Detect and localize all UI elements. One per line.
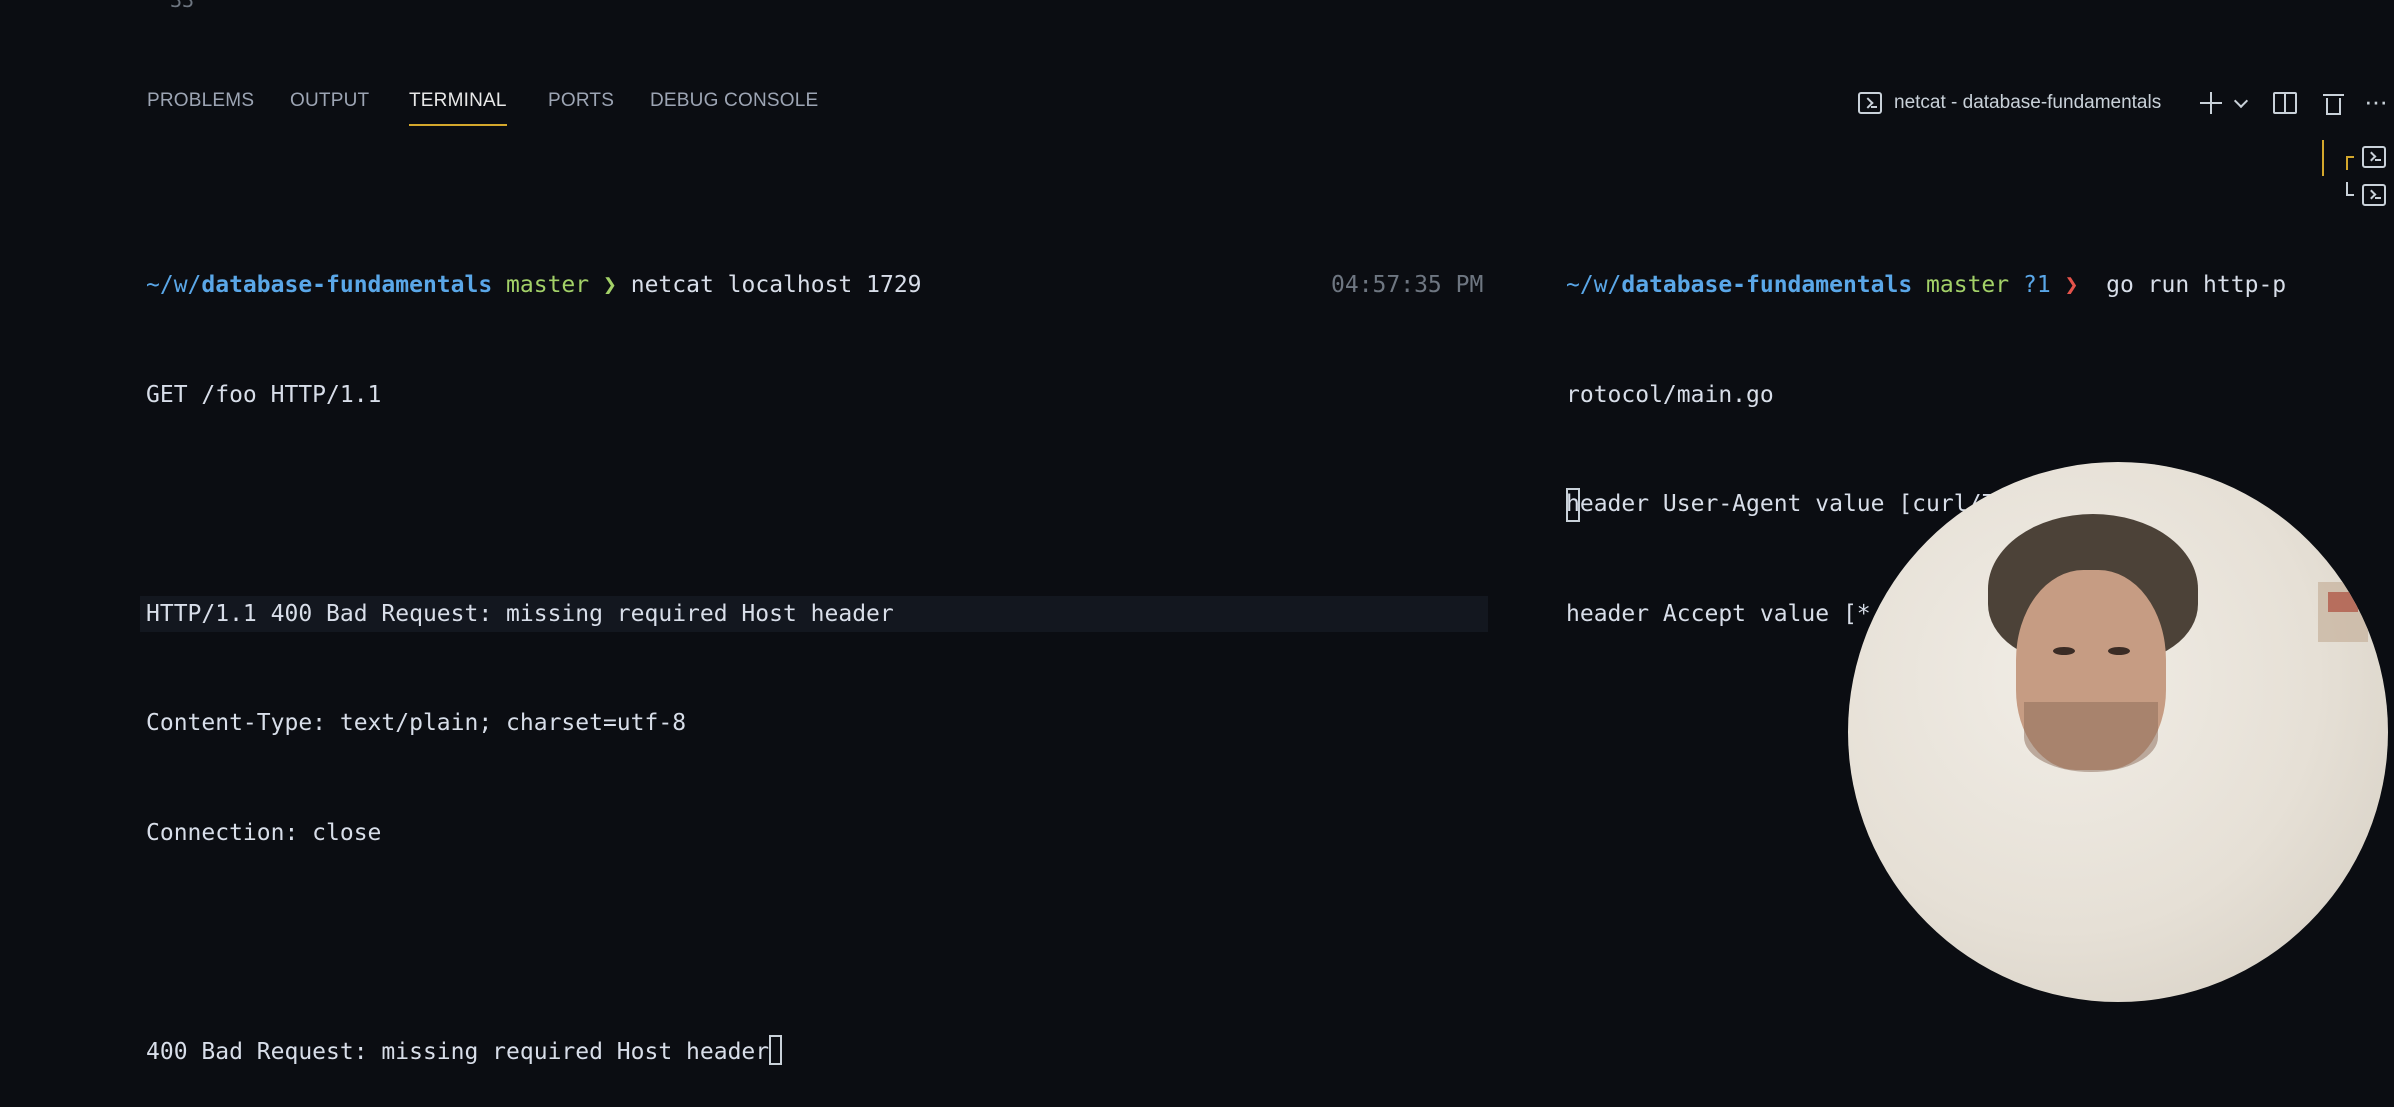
prompt-arrow: ❯ [2064, 272, 2079, 298]
terminal-title: netcat - database-fundamentals [1894, 92, 2162, 113]
webcam-overlay [1848, 462, 2388, 1002]
terminal-list-item-icon[interactable] [2362, 184, 2386, 206]
webcam-person-eye [2108, 647, 2130, 655]
prompt-arrow: ❯ [603, 272, 617, 298]
terminal-output-text: 400 Bad Request: missing required Host h… [146, 1038, 770, 1065]
editor-line-number: 33 [170, 0, 195, 12]
prompt-path-prefix: ~/w/ [146, 272, 202, 298]
more-actions-icon[interactable]: ··· [2364, 88, 2392, 120]
terminal-output-line: HTTP/1.1 400 Bad Request: missing requir… [140, 595, 1488, 632]
left-terminal-pane[interactable]: ~/w/database-fundamentals master ❯ netca… [140, 194, 1496, 1107]
terminal-selector[interactable]: netcat - database-fundamentals [1858, 92, 2161, 114]
tab-problems[interactable]: PROBLEMS [147, 90, 254, 124]
prompt-path-dir: database-fundamentals [1621, 272, 1913, 298]
new-terminal-plus-icon[interactable] [2196, 88, 2224, 120]
terminal-list-item-icon[interactable] [2362, 146, 2386, 168]
prompt-branch: master [506, 272, 590, 298]
terminal-output-line: Content-Type: text/plain; charset=utf-8 [146, 710, 687, 736]
prompt-path-prefix: ~/w/ [1566, 272, 1622, 298]
terminal-output-line: GET /foo HTTP/1.1 [146, 381, 382, 408]
webcam-background-shelf [2318, 582, 2368, 642]
terminal-output-line: Connection: close [146, 819, 382, 846]
terminal-output-line: rotocol/main.go [1566, 381, 1774, 408]
prompt-timestamp: 04:57:35 PM [1331, 272, 1484, 298]
tab-terminal[interactable]: TERMINAL [409, 90, 507, 126]
active-terminal-indicator [2322, 140, 2324, 176]
terminal-cursor [1566, 488, 1580, 522]
webcam-background-book [2328, 592, 2358, 612]
split-group-bracket [2346, 182, 2354, 196]
tab-ports[interactable]: PORTS [548, 90, 614, 124]
split-terminal-icon[interactable] [2272, 88, 2298, 120]
terminal-prompt-line: ~/w/database-fundamentals master ❯ netca… [146, 267, 1496, 304]
prompt-command: go run http-p [2106, 272, 2287, 298]
terminal-prompt-line: ~/w/database-fundamentals master ?1 ❯ go… [1566, 267, 2306, 304]
tab-output[interactable]: OUTPUT [290, 90, 369, 124]
prompt-branch: master [1926, 272, 2010, 298]
chevron-down-icon[interactable] [2232, 88, 2252, 120]
terminal-icon [1858, 92, 1882, 114]
webcam-person-beard [2024, 702, 2158, 772]
terminal-cursor [769, 1035, 783, 1065]
split-group-bracket [2346, 156, 2354, 170]
webcam-person-eye [2053, 647, 2075, 655]
terminal-output-line: 400 Bad Request: missing required Host h… [146, 1034, 1496, 1071]
prompt-git-status: ?1 [2023, 272, 2051, 298]
prompt-path-dir: database-fundamentals [201, 272, 493, 298]
prompt-command: netcat localhost 1729 [630, 272, 922, 298]
tab-debug-console[interactable]: DEBUG CONSOLE [650, 90, 818, 124]
trash-icon[interactable] [2321, 88, 2345, 120]
